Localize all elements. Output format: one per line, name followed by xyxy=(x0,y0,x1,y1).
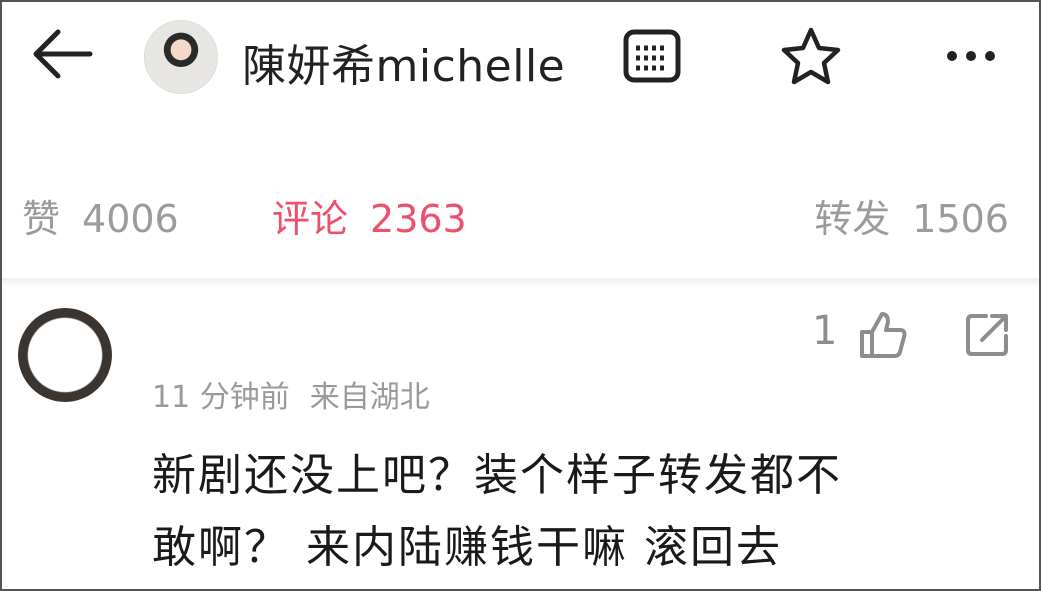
tab-likes[interactable]: 赞 4006 xyxy=(22,188,179,243)
comment-text-line: 敢啊？ 来内陆赚钱干嘛 滚回去 xyxy=(152,522,782,573)
comment-text: 新剧还没上吧？装个样子转发都不 敢啊？ 来内陆赚钱干嘛 滚回去 xyxy=(152,440,1012,584)
likes-count: 4006 xyxy=(82,197,179,241)
likes-label: 赞 xyxy=(22,197,61,241)
commenter-avatar[interactable] xyxy=(18,308,112,402)
stats-bar: 赞 4006 评论 2363 转发 1506 xyxy=(2,182,1039,246)
comment-item: 1 11 分钟前 来自湖北 新剧还没上吧？装个样子转发都不 敢啊？ 来内陆赚钱干嘛… xyxy=(2,292,1039,589)
comments-count: 2363 xyxy=(370,197,467,241)
tab-reposts[interactable]: 转发 1506 xyxy=(814,188,1009,243)
profile-name[interactable]: 陳妍希michelle xyxy=(242,30,565,94)
section-divider xyxy=(2,278,1039,288)
star-icon[interactable] xyxy=(776,24,846,88)
thumbs-up-icon[interactable] xyxy=(854,306,910,362)
tab-comments[interactable]: 评论 2363 xyxy=(272,188,467,243)
app-window: 陳妍希michelle 赞 4006 评论 2363 转发 1506 1 11 … xyxy=(0,0,1041,591)
top-bar: 陳妍希michelle xyxy=(2,2,1039,112)
share-icon[interactable] xyxy=(960,306,1016,362)
comment-location: 来自湖北 xyxy=(309,380,430,415)
reposts-count: 1506 xyxy=(912,197,1009,241)
document-icon[interactable] xyxy=(616,24,686,88)
comment-time: 11 分钟前 xyxy=(152,380,290,415)
back-arrow-icon[interactable] xyxy=(26,24,96,84)
reposts-label: 转发 xyxy=(814,197,891,241)
comment-meta: 11 分钟前 来自湖北 xyxy=(152,372,430,416)
comments-label: 评论 xyxy=(272,197,349,241)
comment-like-count: 1 xyxy=(812,308,838,354)
more-icon[interactable] xyxy=(936,24,1006,88)
profile-avatar[interactable] xyxy=(144,20,218,94)
comment-text-line: 新剧还没上吧？装个样子转发都不 xyxy=(152,450,842,501)
